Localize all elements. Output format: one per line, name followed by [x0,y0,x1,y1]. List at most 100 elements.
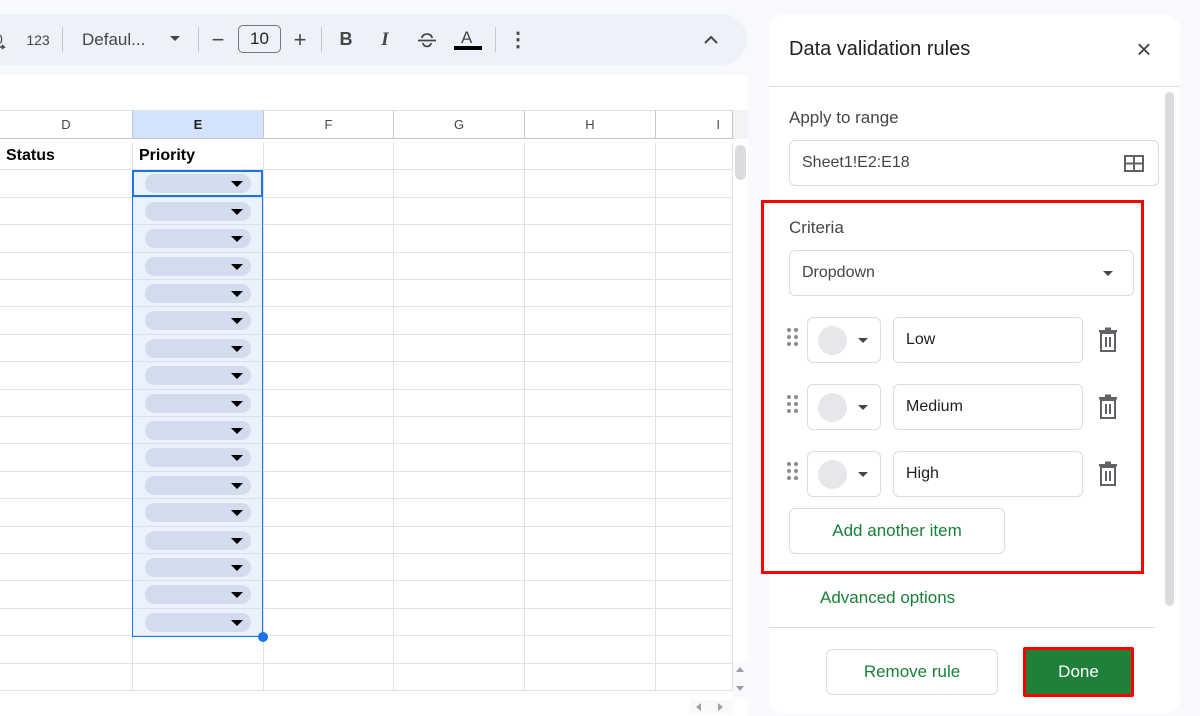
trash-icon[interactable] [1097,327,1119,353]
cell[interactable] [525,608,656,636]
cell[interactable] [264,444,394,471]
drag-handle-icon[interactable] [787,395,801,417]
scrollbar-thumb[interactable] [735,145,746,180]
dropdown-chip[interactable] [145,393,251,413]
cell[interactable] [656,280,733,307]
cell[interactable] [525,663,656,690]
dropdown-chip[interactable] [145,503,251,523]
item-color-picker[interactable] [807,451,881,497]
dropdown-chip[interactable] [145,174,251,194]
remove-rule-button[interactable]: Remove rule [826,649,998,695]
cell[interactable] [394,499,525,526]
cell[interactable] [525,197,656,225]
cell[interactable] [264,389,394,416]
dropdown-chip[interactable] [145,284,251,303]
cell[interactable] [264,636,394,663]
column-header-g[interactable]: G [394,110,525,139]
cell[interactable] [394,362,525,389]
dropdown-chip[interactable] [145,256,251,276]
cell[interactable] [656,471,733,499]
cell[interactable] [656,252,733,279]
cell[interactable] [264,225,394,252]
dropdown-chip[interactable] [145,612,251,632]
cell[interactable] [264,608,394,636]
cell[interactable] [264,334,394,362]
cell[interactable] [394,334,525,362]
cell[interactable] [394,170,525,197]
cell[interactable] [264,554,394,581]
cell[interactable] [0,526,133,553]
cell[interactable] [394,389,525,416]
cell[interactable] [394,307,525,334]
text-color-icon[interactable]: A [452,14,484,65]
cell[interactable] [0,362,133,389]
cell[interactable] [656,526,733,553]
dropdown-chip[interactable] [145,558,251,577]
cell[interactable] [525,389,656,416]
drag-handle-icon[interactable] [787,462,801,484]
cell[interactable] [656,608,733,636]
cell[interactable] [656,334,733,362]
cell[interactable] [394,197,525,225]
scroll-left-icon[interactable] [696,703,701,711]
fill-handle[interactable] [258,632,268,642]
strikethrough-icon[interactable] [414,14,440,65]
cell[interactable] [394,581,525,608]
cell[interactable] [656,170,733,197]
cell[interactable] [264,280,394,307]
cell-e1[interactable]: Priority [133,143,264,170]
cell[interactable] [264,471,394,499]
add-another-item-button[interactable]: Add another item [789,508,1005,554]
cell[interactable] [525,581,656,608]
cell[interactable] [264,143,394,170]
font-family-select[interactable]: Defaul... [76,14,186,65]
trash-icon[interactable] [1097,461,1119,487]
column-header-h[interactable]: H [525,110,656,139]
panel-scrollbar[interactable] [1165,92,1174,606]
drag-handle-icon[interactable] [787,328,801,350]
column-header-d[interactable]: D [0,110,133,139]
cell[interactable] [394,143,525,170]
cell[interactable] [525,554,656,581]
cell[interactable] [525,417,656,444]
font-size-input[interactable]: 10 [238,25,281,53]
cell[interactable] [394,554,525,581]
cell[interactable] [525,444,656,471]
cell[interactable] [0,170,133,197]
item-value-input[interactable]: Low [893,317,1083,363]
dropdown-chip[interactable] [145,475,251,495]
scroll-right-icon[interactable] [718,703,723,711]
cell[interactable] [525,471,656,499]
cell[interactable] [656,197,733,225]
item-value-input[interactable]: Medium [893,384,1083,430]
cell[interactable] [0,581,133,608]
criteria-select[interactable]: Dropdown [789,250,1134,296]
cell[interactable] [264,170,394,197]
dropdown-chip[interactable] [145,448,251,468]
dropdown-chip[interactable] [145,229,251,249]
cell[interactable] [656,499,733,526]
cell[interactable] [656,417,733,444]
cell[interactable] [525,636,656,663]
cell[interactable] [525,334,656,362]
scroll-down-icon[interactable] [736,686,744,691]
decimal-format-icon[interactable]: 0 [0,14,8,65]
collapse-toolbar-icon[interactable] [698,14,724,65]
close-icon[interactable]: × [1131,36,1157,62]
cell[interactable] [0,225,133,252]
bold-button[interactable]: B [333,14,359,65]
cell[interactable] [264,417,394,444]
cell[interactable] [0,663,133,690]
cell[interactable] [656,143,733,170]
cell[interactable] [656,636,733,663]
increase-font-size-button[interactable]: + [287,14,313,65]
column-header-f[interactable]: F [264,110,394,139]
decrease-font-size-button[interactable]: − [206,14,230,65]
cell[interactable] [0,334,133,362]
item-value-input[interactable]: High [893,451,1083,497]
cell[interactable] [656,389,733,416]
cell[interactable] [656,554,733,581]
range-input[interactable]: Sheet1!E2:E18 [789,140,1159,186]
cell[interactable] [394,225,525,252]
cell[interactable] [656,362,733,389]
